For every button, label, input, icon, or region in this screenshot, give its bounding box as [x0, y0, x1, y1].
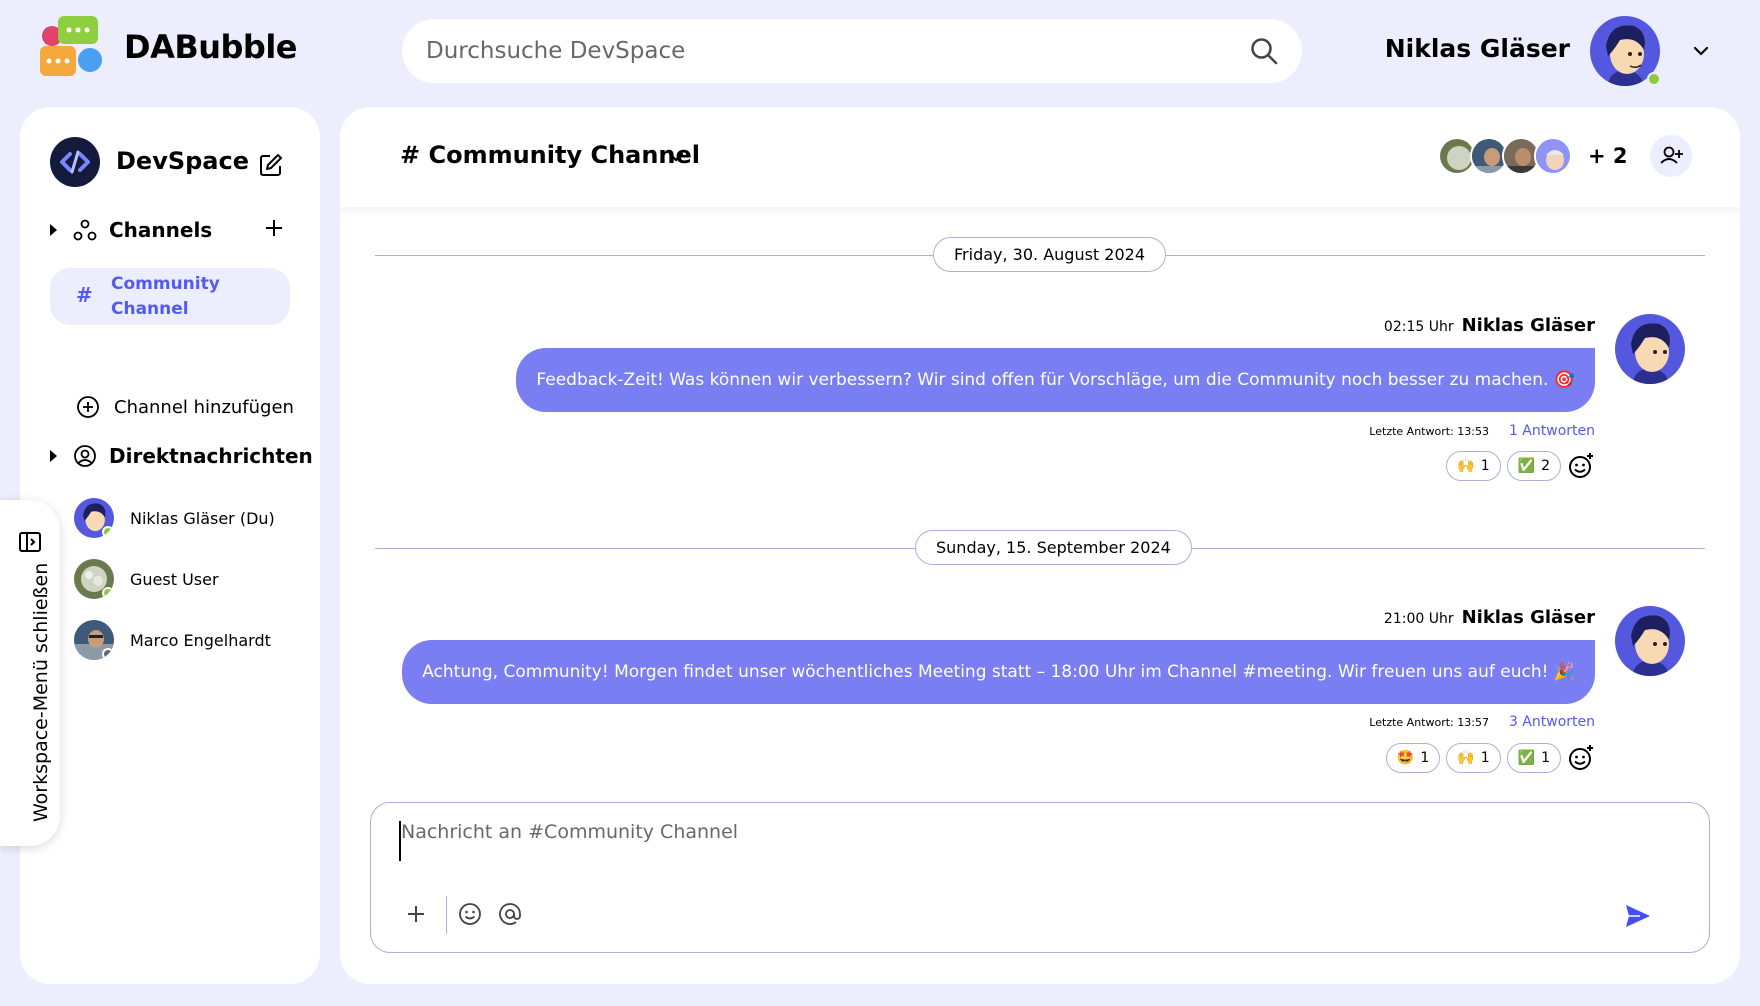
caret-right-icon[interactable] — [50, 224, 57, 236]
reactions-bar: 🤩 1 🙌 1 ✅ 1 — [1385, 743, 1595, 773]
chevron-down-icon[interactable] — [666, 147, 686, 167]
divider — [446, 896, 447, 934]
reaction-count: 1 — [1541, 750, 1550, 766]
mention-icon[interactable] — [497, 901, 523, 927]
reactions-bar: 🙌 1 ✅ 2 — [1446, 451, 1595, 481]
add-person-icon — [1660, 146, 1683, 164]
add-channel-label: Channel hinzufügen — [114, 396, 294, 418]
reaction-chip[interactable]: 🙌 1 — [1446, 451, 1501, 481]
dm-name: Guest User — [130, 569, 219, 589]
reaction-count: 1 — [1480, 458, 1490, 474]
member-avatar — [1534, 137, 1572, 175]
reaction-emoji: 🤩 — [1396, 750, 1415, 766]
app-name: DABubble — [124, 28, 297, 66]
add-member-button[interactable] — [1650, 135, 1692, 177]
dm-title: Direktnachrichten — [109, 444, 313, 468]
last-reply-time: Letzte Antwort: 13:57 — [1369, 716, 1489, 729]
send-icon[interactable] — [1624, 903, 1652, 929]
add-reaction-icon[interactable] — [1567, 452, 1595, 480]
last-reply-time: Letzte Antwort: 13:53 — [1369, 425, 1489, 438]
chat-panel: # Community Channel + 2 Friday, 30. Augu… — [340, 107, 1740, 984]
date-label: Friday, 30. August 2024 — [933, 237, 1166, 272]
message-bubble[interactable]: Feedback-Zeit! Was können wir verbessern… — [516, 348, 1595, 412]
message-time: 21:00 Uhr — [1383, 611, 1454, 627]
reaction-count: 2 — [1541, 458, 1550, 474]
add-channel-button[interactable]: Channel hinzufügen — [76, 395, 294, 419]
channel-header: # Community Channel + 2 — [340, 107, 1740, 207]
workspace-menu-label: Workspace-Menü schließen — [30, 562, 52, 822]
add-reaction-icon[interactable] — [1567, 744, 1595, 772]
channel-title[interactable]: # Community Channel — [400, 141, 700, 169]
avatar — [74, 620, 114, 660]
dm-header[interactable]: Direktnachrichten — [50, 444, 313, 468]
reaction-emoji: ✅ — [1517, 750, 1536, 766]
reaction-emoji: 🙌 — [1457, 458, 1475, 474]
channel-item-community[interactable]: # Community Channel — [50, 268, 290, 325]
reaction-chip[interactable]: 🤩 1 — [1385, 743, 1441, 773]
dm-item[interactable]: Guest User — [74, 559, 219, 599]
reaction-chip[interactable]: 🙌 1 — [1446, 743, 1501, 773]
message-header: 02:15 Uhr Niklas Gläser — [1384, 315, 1595, 336]
online-status-dot — [1647, 72, 1661, 86]
search-bar[interactable] — [402, 19, 1302, 83]
message-header: 21:00 Uhr Niklas Gläser — [1384, 607, 1595, 628]
avatar — [74, 559, 114, 599]
app-logo — [40, 16, 112, 86]
account-circle-icon — [74, 445, 96, 467]
dm-name: Niklas Gläser (Du) — [130, 508, 275, 528]
channels-header[interactable]: Channels — [50, 218, 212, 242]
online-status-dot — [102, 526, 114, 538]
message-time: 02:15 Uhr — [1383, 319, 1454, 335]
add-icon[interactable] — [403, 901, 429, 927]
channels-title: Channels — [109, 218, 213, 242]
avatar — [74, 498, 114, 538]
message-author[interactable]: Niklas Gläser — [1462, 607, 1595, 628]
channels-icon — [73, 219, 97, 241]
message-author[interactable]: Niklas Gläser — [1462, 315, 1595, 336]
reaction-chip[interactable]: ✅ 1 — [1506, 743, 1561, 773]
workspace-logo — [50, 137, 100, 187]
search-input[interactable] — [426, 19, 1226, 83]
search-icon[interactable] — [1250, 37, 1278, 65]
member-count[interactable]: + 2 — [1588, 144, 1628, 168]
thread-info: Letzte Antwort: 13:53 1 Antworten — [1369, 423, 1595, 439]
add-icon[interactable] — [264, 218, 284, 238]
current-user-name[interactable]: Niklas Gläser — [1385, 34, 1570, 63]
online-status-dot — [102, 587, 114, 599]
workspace-menu-toggle[interactable]: Workspace-Menü schließen — [0, 500, 60, 846]
date-label: Sunday, 15. September 2024 — [915, 530, 1192, 565]
hash-icon: # — [76, 283, 93, 307]
reaction-emoji: 🙌 — [1457, 750, 1475, 766]
reaction-chip[interactable]: ✅ 2 — [1506, 451, 1561, 481]
message-bubble[interactable]: Achtung, Community! Morgen findet unser … — [402, 640, 1595, 704]
dm-item[interactable]: Marco Engelhardt — [74, 620, 271, 660]
offline-status-dot — [102, 648, 114, 660]
caret-right-icon[interactable] — [50, 450, 57, 462]
chevron-down-icon[interactable] — [1690, 40, 1712, 62]
channel-item-label: Community Channel — [111, 274, 220, 319]
thread-info: Letzte Antwort: 13:57 3 Antworten — [1369, 714, 1595, 730]
reaction-count: 1 — [1480, 750, 1490, 766]
dm-name: Marco Engelhardt — [130, 630, 271, 650]
sidebar-toggle-icon — [19, 532, 41, 552]
edit-icon[interactable] — [258, 152, 284, 178]
message-input[interactable] — [399, 821, 1599, 861]
reaction-emoji: ✅ — [1517, 458, 1536, 474]
message-avatar[interactable] — [1615, 314, 1685, 384]
message-avatar[interactable] — [1615, 606, 1685, 676]
add-circle-icon — [77, 396, 99, 418]
replies-link[interactable]: 1 Antworten — [1509, 423, 1595, 439]
dm-item[interactable]: Niklas Gläser (Du) — [74, 498, 275, 538]
replies-link[interactable]: 3 Antworten — [1509, 714, 1595, 730]
workspace-name: DevSpace — [116, 147, 250, 175]
message-composer — [370, 802, 1710, 953]
reaction-count: 1 — [1420, 750, 1430, 766]
emoji-icon[interactable] — [457, 901, 483, 927]
